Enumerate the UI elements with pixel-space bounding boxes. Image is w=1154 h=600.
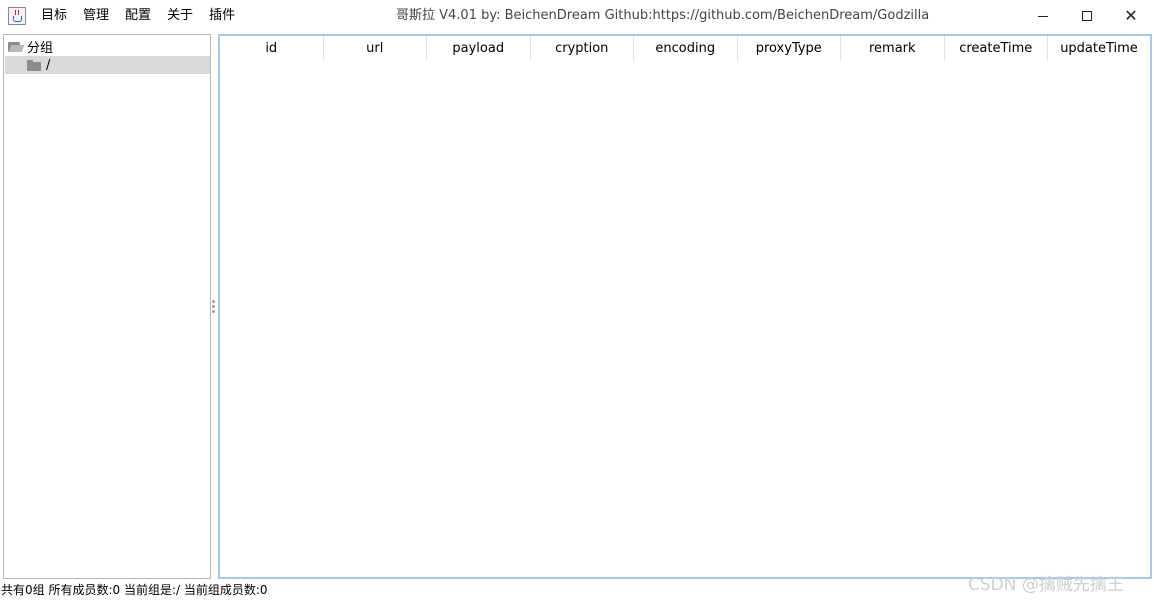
tree-node-label: / — [46, 57, 51, 73]
column-header-encoding[interactable]: encoding — [634, 36, 738, 61]
column-header-createtime[interactable]: createTime — [944, 36, 1048, 61]
menu-item-about[interactable]: 关于 — [159, 0, 201, 32]
menu-item-config[interactable]: 配置 — [117, 0, 159, 32]
minimize-icon — [1038, 15, 1048, 17]
column-header-payload[interactable]: payload — [427, 36, 531, 61]
table-header-row: id url payload cryption encoding proxyTy… — [220, 36, 1150, 61]
menu-item-plugins[interactable]: 插件 — [201, 0, 243, 32]
column-header-url[interactable]: url — [323, 36, 427, 61]
title-bar: 目标 管理 配置 关于 插件 哥斯拉 V4.01 by: BeichenDrea… — [0, 0, 1154, 32]
column-header-remark[interactable]: remark — [841, 36, 945, 61]
column-header-updatetime[interactable]: updateTime — [1048, 36, 1150, 61]
column-header-id[interactable]: id — [220, 36, 324, 61]
grip-dot-icon — [212, 300, 215, 303]
grip-dot-icon — [212, 305, 215, 308]
minimize-button[interactable] — [1021, 0, 1065, 32]
menu-item-manage[interactable]: 管理 — [75, 0, 117, 32]
folder-icon — [27, 59, 41, 71]
tree-root-node[interactable]: 分组 — [8, 37, 54, 56]
folder-open-icon — [8, 41, 25, 52]
tree-node-root-group[interactable]: / — [5, 56, 210, 74]
shell-table[interactable]: id url payload cryption encoding proxyTy… — [218, 34, 1152, 579]
maximize-icon — [1082, 11, 1092, 21]
watermark: CSDN @擒贼先擒王 — [968, 575, 1124, 595]
close-icon: ✕ — [1124, 6, 1138, 25]
window-title: 哥斯拉 V4.01 by: BeichenDream Github:https:… — [396, 8, 930, 23]
column-header-cryption[interactable]: cryption — [530, 36, 634, 61]
tree-root-label: 分组 — [27, 40, 54, 56]
grip-dot-icon — [212, 310, 215, 313]
java-app-icon[interactable] — [8, 7, 26, 25]
maximize-button[interactable] — [1065, 0, 1109, 32]
group-tree-panel: 分组 / — [3, 34, 211, 579]
split-pane-divider[interactable] — [211, 34, 217, 579]
column-header-proxytype[interactable]: proxyType — [737, 36, 841, 61]
menu-item-target[interactable]: 目标 — [33, 0, 75, 32]
close-button[interactable]: ✕ — [1109, 0, 1153, 32]
menu-bar: 目标 管理 配置 关于 插件 — [33, 0, 243, 32]
